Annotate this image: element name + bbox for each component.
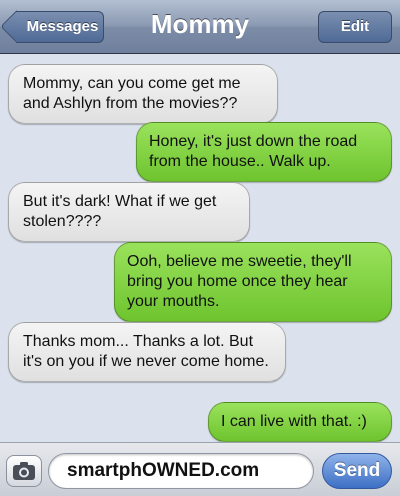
message-thread: Mommy, can you come get me and Ashlyn fr… xyxy=(0,54,400,442)
incoming-message-bubble: Mommy, can you come get me and Ashlyn fr… xyxy=(8,64,278,124)
outgoing-message-bubble: Honey, it's just down the road from the … xyxy=(136,122,392,182)
edit-button[interactable]: Edit xyxy=(318,11,392,43)
navigation-bar: Messages Mommy Edit xyxy=(0,0,400,54)
message-input[interactable]: smartphOWNED.com xyxy=(48,453,314,489)
outgoing-message-bubble: Ooh, believe me sweetie, they'll bring y… xyxy=(114,242,392,322)
incoming-message-bubble: But it's dark! What if we get stolen???? xyxy=(8,182,250,242)
message-composer: smartphOWNED.com Send xyxy=(0,442,400,496)
send-button[interactable]: Send xyxy=(322,453,392,489)
back-button[interactable]: Messages xyxy=(16,11,104,43)
incoming-message-bubble: Thanks mom... Thanks a lot. But it's on … xyxy=(8,322,286,382)
outgoing-message-bubble: I can live with that. :) xyxy=(208,402,392,442)
camera-icon xyxy=(13,462,35,480)
camera-button[interactable] xyxy=(6,455,42,487)
